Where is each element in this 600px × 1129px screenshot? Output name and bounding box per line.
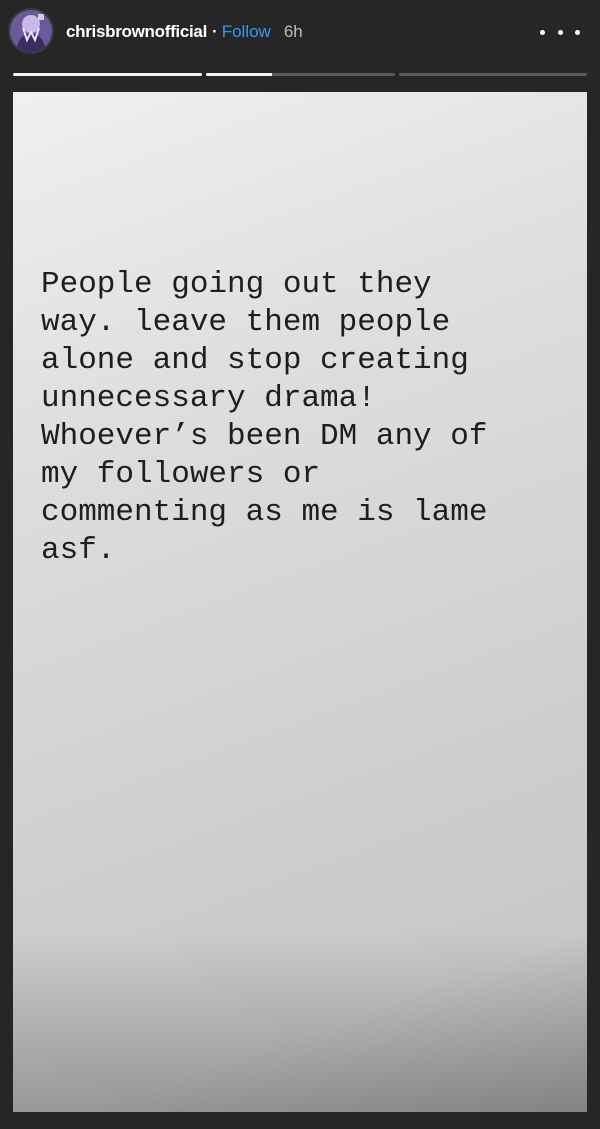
more-dot: [557, 29, 563, 35]
story-text-line: my followers or: [41, 457, 321, 492]
progress-fill: [13, 73, 202, 76]
progress-segment-2: [206, 73, 395, 76]
timestamp: 6h: [283, 22, 303, 41]
more-dot: [540, 29, 545, 35]
separator-dot: ·: [212, 22, 218, 41]
story-text-line: asf.: [41, 533, 116, 568]
story-viewer: { "header": { "username": "chrisbrownoff…: [0, 0, 600, 1129]
progress-segment-1: [13, 73, 202, 76]
story-text-line: way. leave them people: [41, 305, 451, 340]
story-text-line: commenting as me is lame: [41, 495, 488, 530]
follow-button[interactable]: Follow: [222, 22, 271, 42]
progress-segment-3: [399, 73, 587, 76]
story-header: chrisbrownofficial · Follow 6h: [0, 0, 600, 66]
story-text-line: alone and stop creating: [41, 343, 469, 378]
story-meta: chrisbrownofficial · Follow 6h: [66, 20, 303, 44]
story-content[interactable]: People going out they way. leave them pe…: [13, 92, 587, 1112]
avatar-image: [10, 10, 52, 52]
story-text-line: Whoever’s been DM any of: [41, 419, 488, 454]
progress-fill: [206, 73, 273, 76]
profile-avatar[interactable]: [10, 10, 52, 52]
story-text-line: unnecessary drama!: [41, 381, 376, 416]
username-link[interactable]: chrisbrownofficial: [66, 22, 207, 42]
story-text: People going out they way. leave them pe…: [41, 266, 561, 570]
more-dot: [575, 29, 580, 35]
more-options-icon[interactable]: [540, 21, 580, 43]
story-text-line: People going out they: [41, 267, 432, 302]
